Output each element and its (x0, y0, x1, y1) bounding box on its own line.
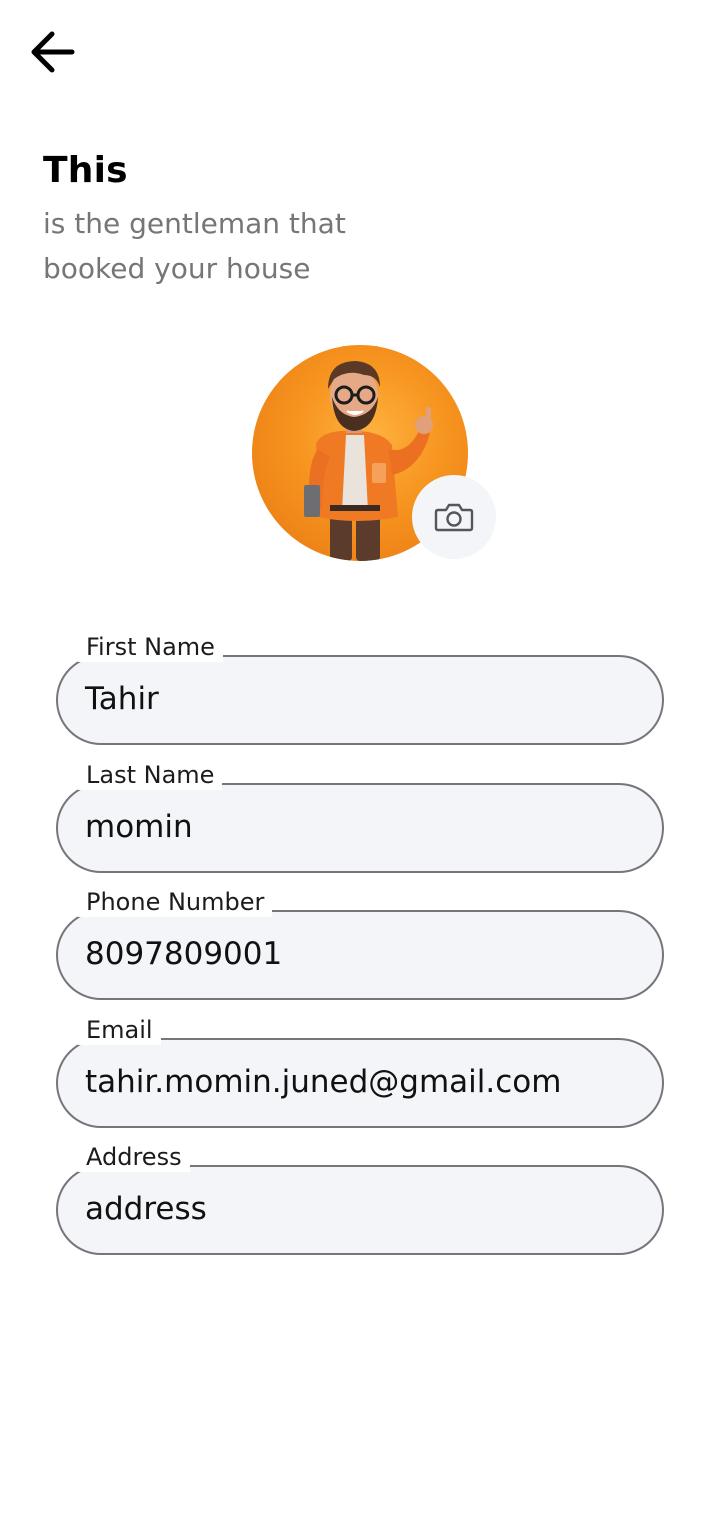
address-label: Address (78, 1142, 190, 1172)
last-name-label: Last Name (78, 760, 223, 790)
first-name-field[interactable]: First Name Tahir (56, 632, 664, 745)
email-label: Email (78, 1015, 161, 1045)
back-button[interactable] (22, 24, 82, 80)
last-name-value: momin (85, 809, 193, 845)
email-field[interactable]: Email tahir.momin.juned@gmail.com (56, 1015, 664, 1128)
change-photo-button[interactable] (412, 475, 496, 559)
camera-icon (434, 503, 474, 532)
email-value: tahir.momin.juned@gmail.com (85, 1064, 562, 1100)
phone-number-field[interactable]: Phone Number 8097809001 (56, 887, 664, 1000)
phone-number-value: 8097809001 (85, 936, 283, 972)
page-title: This (43, 150, 128, 191)
avatar-section (252, 345, 496, 561)
phone-number-label: Phone Number (78, 887, 273, 917)
last-name-field[interactable]: Last Name momin (56, 760, 664, 873)
first-name-value: Tahir (85, 681, 159, 717)
address-field[interactable]: Address address (56, 1142, 664, 1255)
arrow-left-icon (31, 31, 75, 73)
page-subtitle: is the gentleman that booked your house (43, 207, 346, 285)
address-value: address (85, 1191, 207, 1227)
first-name-label: First Name (78, 632, 223, 662)
